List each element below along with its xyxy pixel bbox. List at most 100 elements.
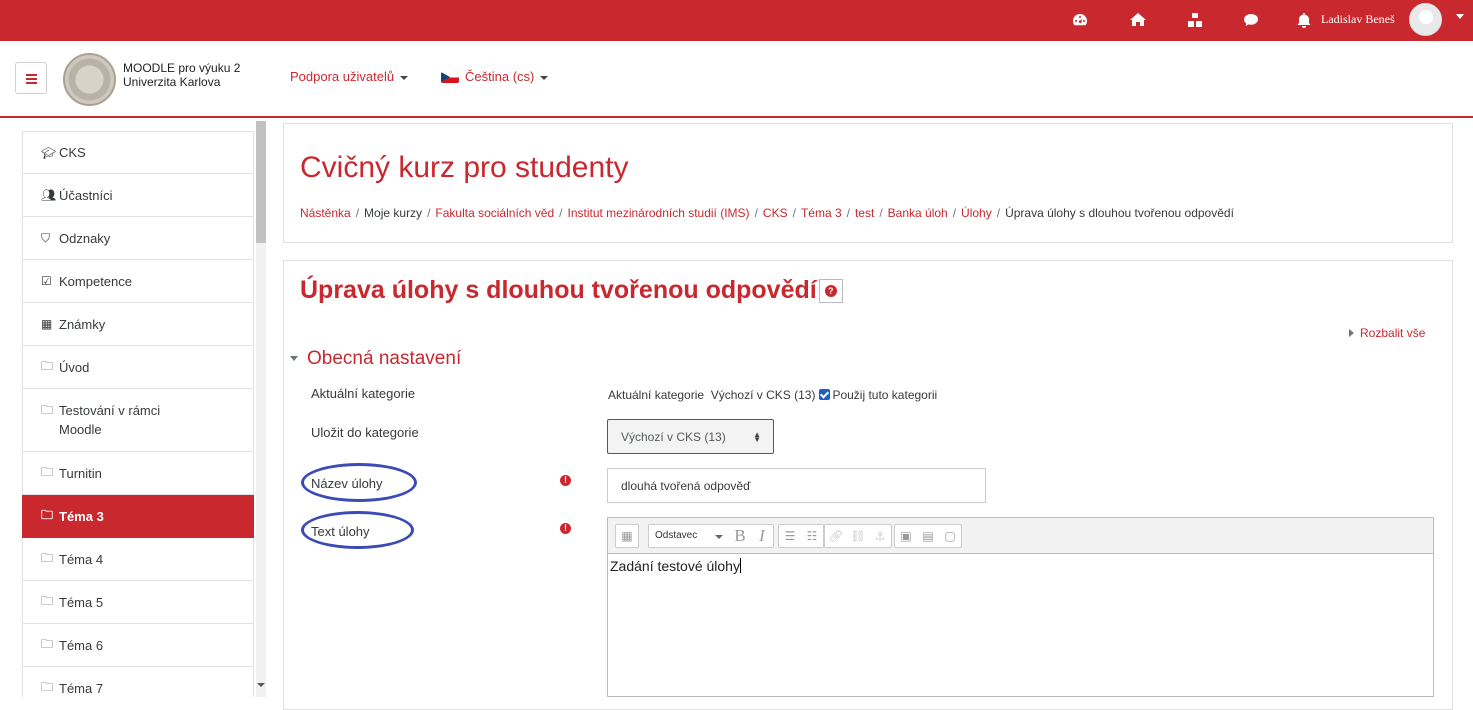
avatar[interactable] (1409, 3, 1442, 36)
sidebar-item-grades[interactable]: ▦ Známky (22, 303, 254, 346)
czech-flag-icon (441, 72, 459, 84)
checkbox-icon: ☑ (41, 274, 52, 288)
folder-icon: 🗀 (41, 679, 54, 694)
support-menu[interactable]: Podpora uživatelů (290, 69, 409, 84)
breadcrumb-link[interactable]: Moje kurzy (364, 206, 422, 220)
sidebar-item-cks[interactable]: 🎓︎ CKS (22, 131, 254, 174)
sidebar-scrollbar-thumb[interactable] (256, 121, 266, 243)
toggle-toolbar-icon[interactable]: ▦ (616, 525, 638, 547)
scroll-down-arrow-icon[interactable] (257, 683, 265, 687)
chevron-down-icon (540, 75, 549, 80)
site-name-line2: Univerzita Karlova (123, 75, 221, 89)
folder-icon: 🗀 (41, 636, 54, 651)
toolbar-group: Odstavec B I (648, 524, 774, 548)
home-icon[interactable] (1128, 10, 1148, 30)
shield-icon: ⛉ (41, 230, 51, 245)
editor-toolbar: ▦ Odstavec B I ☰ ☷ 🔗︎ ⛓ ⚓︎ ▣ ▤ ▢ (608, 518, 1433, 554)
breadcrumb-link[interactable]: Téma 3 (801, 206, 842, 220)
folder-icon: 🗀 (41, 358, 54, 373)
help-icon[interactable] (818, 279, 843, 304)
table-icon: ▦ (41, 317, 53, 331)
breadcrumb-link[interactable]: Fakulta sociálních věd (435, 206, 554, 220)
course-nav-drawer: 🎓︎ CKS 👥︎ Účastníci ⛉ Odznaky ☑ Kompetence ▦… (22, 131, 254, 697)
unlink-icon[interactable]: ⛓ (847, 525, 869, 547)
breadcrumb-link[interactable]: Institut mezinárodních studií (IMS) (567, 206, 749, 220)
italic-icon[interactable]: I (751, 525, 773, 547)
toolbar-group: ☰ ☷ (778, 524, 824, 548)
top-bar: Ladislav Beneš (0, 0, 1473, 41)
sidebar-item-turnitin[interactable]: 🗀 Turnitin (22, 452, 254, 495)
paragraph-format-select[interactable]: Odstavec (649, 525, 729, 547)
annotation-ellipse-name (301, 463, 417, 502)
caret-right-icon (1349, 329, 1354, 337)
folder-icon: 🗀 (41, 403, 54, 417)
bell-icon[interactable] (1294, 10, 1314, 30)
manage-files-icon[interactable]: ▢ (939, 525, 961, 547)
select-arrows-icon: ▲ ▼ (753, 430, 761, 444)
breadcrumb-current: Úprava úlohy s dlouhou tvořenou odpovědí (1005, 206, 1234, 220)
required-icon: ! (560, 523, 571, 534)
user-menu-caret-icon[interactable] (1456, 14, 1464, 19)
sidebar-item-tema-5[interactable]: 🗀 Téma 5 (22, 581, 254, 624)
hamburger-menu-button[interactable] (15, 62, 47, 94)
sidebar-item-competencies[interactable]: ☑ Kompetence (22, 260, 254, 303)
language-menu[interactable]: Čeština (cs) (441, 69, 549, 84)
chevron-down-icon (715, 535, 723, 539)
annotation-ellipse-text (301, 511, 414, 549)
use-category-checkbox[interactable] (819, 389, 831, 400)
sidebar-item-tema-6[interactable]: 🗀 Téma 6 (22, 624, 254, 667)
support-menu-label: Podpora uživatelů (290, 69, 395, 84)
numbered-list-icon[interactable]: ☷ (801, 525, 823, 547)
sidebar-item-tema-4[interactable]: 🗀 Téma 4 (22, 538, 254, 581)
folder-icon: 🗀 (41, 550, 54, 565)
bullet-list-icon[interactable]: ☰ (779, 525, 801, 547)
site-name-line1: MOODLE pro výuku 2 (123, 61, 241, 75)
section-general-settings[interactable]: Obecná nastavení (290, 348, 461, 370)
category-select[interactable]: Výchozí v CKS (13) ▲ ▼ (607, 419, 774, 454)
page-heading: Úprava úlohy s dlouhou tvořenou odpovědí (300, 276, 843, 305)
university-logo[interactable] (63, 53, 116, 106)
required-icon: ! (560, 475, 571, 486)
dashboard-icon[interactable] (1070, 10, 1090, 30)
anchor-icon[interactable]: ⚓︎ (869, 525, 891, 547)
question-name-input[interactable]: dlouhá tvořená odpověď (607, 468, 986, 503)
language-menu-label: Čeština (cs) (465, 69, 535, 84)
breadcrumb-link[interactable]: Banka úloh (888, 206, 948, 220)
breadcrumb-link[interactable]: Úlohy (961, 206, 992, 220)
use-category-label[interactable]: Použij tuto kategorii (832, 388, 937, 402)
link-icon[interactable]: 🔗︎ (825, 525, 847, 547)
breadcrumb-link[interactable]: CKS (763, 206, 788, 220)
sidebar-item-badges[interactable]: ⛉ Odznaky (22, 217, 254, 260)
folder-icon: 🗀 (41, 507, 54, 522)
site-name[interactable]: MOODLE pro výuku 2 Univerzita Karlova (123, 61, 240, 89)
toolbar-group: ▣ ▤ ▢ (894, 524, 962, 548)
sidebar-item-testing[interactable]: 🗀 Testování v rámci Moodle (22, 389, 254, 452)
sidebar-item-intro[interactable]: 🗀 Úvod (22, 346, 254, 389)
breadcrumb-link[interactable]: Nástěnka (300, 206, 351, 220)
cubes-icon[interactable] (1185, 10, 1205, 30)
bold-icon[interactable]: B (729, 525, 751, 547)
toolbar-group: 🔗︎ ⛓ ⚓︎ (824, 524, 892, 548)
caret-down-icon (290, 356, 298, 362)
sidebar-item-tema-7[interactable]: 🗀 Téma 7 (22, 667, 254, 697)
sidebar-item-tema-3[interactable]: 🗀 Téma 3 (22, 495, 254, 538)
text-cursor (739, 558, 741, 573)
sidebar-item-participants[interactable]: 👥︎ Účastníci (22, 174, 254, 217)
graduation-cap-icon: 🎓︎ (41, 145, 57, 160)
course-title: Cvičný kurz pro studenty (300, 151, 629, 184)
question-text-editor[interactable]: ▦ Odstavec B I ☰ ☷ 🔗︎ ⛓ ⚓︎ ▣ ▤ ▢ Zadání … (607, 517, 1434, 697)
folder-icon: 🗀 (41, 593, 54, 608)
folder-icon: 🗀 (41, 464, 54, 479)
user-name[interactable]: Ladislav Beneš (1321, 12, 1395, 27)
editor-content[interactable]: Zadání testové úlohy (608, 554, 1433, 578)
expand-all-link[interactable]: Rozbalit vše (1349, 326, 1425, 340)
current-category-label: Aktuální kategorie (311, 386, 416, 401)
breadcrumb-link[interactable]: test (855, 206, 874, 220)
media-icon[interactable]: ▤ (917, 525, 939, 547)
image-icon[interactable]: ▣ (895, 525, 917, 547)
save-to-category-label: Uložit do kategorie (311, 425, 419, 440)
current-category-info: Aktuální kategorie Výchozí v CKS (13) Pou… (608, 388, 938, 402)
navbar: MOODLE pro výuku 2 Univerzita Karlova Po… (0, 41, 1473, 118)
chat-icon[interactable] (1241, 10, 1261, 30)
chevron-down-icon (400, 75, 409, 80)
